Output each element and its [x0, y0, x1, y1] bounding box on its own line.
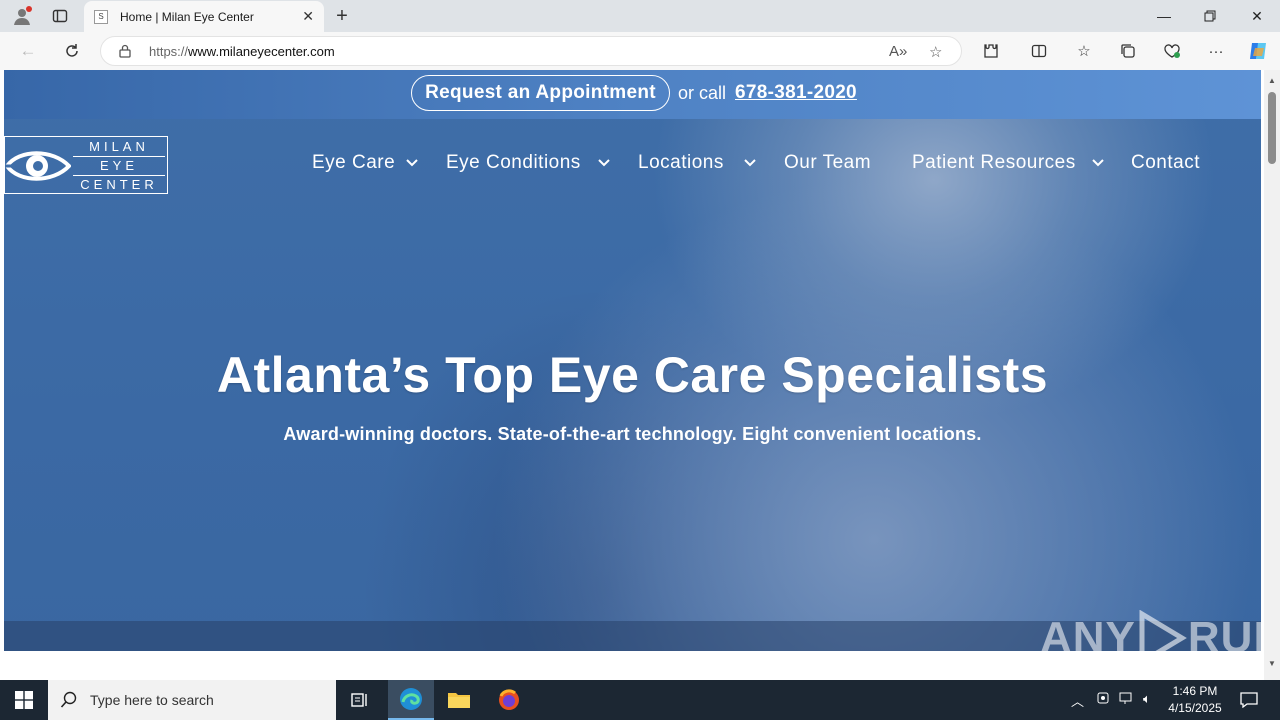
nav-eye-care[interactable]: Eye Care	[312, 152, 395, 174]
nav-patient-resources[interactable]: Patient Resources	[912, 152, 1076, 174]
scroll-down-icon[interactable]: ▼	[1268, 659, 1276, 668]
clock-time: 1:46 PM	[1172, 684, 1218, 698]
logo-word-milan: MILAN	[89, 139, 149, 154]
file-explorer-icon[interactable]	[436, 680, 482, 720]
close-tab-icon[interactable]: ✕	[302, 8, 314, 25]
close-window-icon[interactable]: ✕	[1234, 4, 1280, 28]
network-icon[interactable]	[1119, 691, 1135, 708]
nav-eye-conditions[interactable]: Eye Conditions	[446, 152, 581, 174]
new-tab-icon[interactable]: +	[330, 5, 354, 27]
request-appointment-button[interactable]: Request an Appointment	[411, 75, 670, 111]
tab-actions-icon[interactable]	[48, 5, 72, 27]
site-logo[interactable]: MILAN EYE CENTER	[4, 136, 168, 194]
meet-now-icon[interactable]	[1096, 691, 1110, 708]
minimize-icon[interactable]: —	[1141, 4, 1187, 28]
active-tab[interactable]: S Home | Milan Eye Center ✕	[84, 1, 324, 32]
chevron-down-icon[interactable]	[406, 158, 418, 168]
page-scrollbar[interactable]: ▲ ▼	[1264, 70, 1280, 680]
address-bar-row: ← https://www.milaneyecenter.com A» ☆ ☆ …	[0, 32, 1280, 70]
watermark-right: RUN	[1187, 613, 1261, 651]
scrollbar-thumb[interactable]	[1268, 92, 1276, 164]
chevron-down-icon[interactable]	[744, 158, 756, 168]
or-call-text: or call	[678, 83, 727, 103]
hero-subtitle: Award-winning doctors. State-of-the-art …	[283, 424, 982, 444]
taskbar-search-input[interactable]: Type here to search	[48, 680, 336, 720]
appointment-strip: Request an Appointment or call 678-381-2…	[4, 70, 1261, 119]
task-view-icon[interactable]	[337, 680, 383, 720]
lock-icon[interactable]	[119, 44, 131, 63]
tab-title: Home | Milan Eye Center	[120, 9, 254, 24]
logo-word-center: CENTER	[80, 177, 158, 192]
notifications-icon[interactable]	[1226, 680, 1272, 720]
play-logo-icon	[1139, 610, 1187, 651]
tab-strip: S Home | Milan Eye Center ✕ + — ✕	[0, 0, 1280, 32]
phone-link[interactable]: 678-381-2020	[735, 82, 857, 104]
favicon-icon: S	[94, 9, 108, 24]
favorite-star-icon[interactable]: ☆	[929, 43, 942, 61]
nav-locations[interactable]: Locations	[638, 152, 724, 174]
eye-logo-icon	[5, 151, 71, 181]
nav-contact[interactable]: Contact	[1131, 152, 1200, 174]
volume-icon[interactable]: 🔈︎	[1143, 691, 1151, 707]
extensions-icon[interactable]	[979, 40, 1003, 62]
split-screen-icon[interactable]	[1027, 40, 1051, 62]
hero-title: Atlanta’s Top Eye Care Specialists	[216, 347, 1049, 403]
collections-icon[interactable]	[1116, 40, 1140, 62]
search-icon	[60, 691, 77, 708]
windows-logo-icon	[15, 691, 33, 709]
search-placeholder: Type here to search	[90, 692, 214, 708]
windows-taskbar: Type here to search ︿ 🔈︎ 1:46 PM 4/15/20…	[0, 680, 1280, 720]
logo-word-eye: EYE	[99, 158, 138, 173]
url-prefix: https://	[149, 44, 189, 59]
edge-taskbar-icon[interactable]	[388, 680, 434, 720]
chevron-down-icon[interactable]	[1092, 158, 1104, 168]
read-aloud-icon[interactable]: A»	[889, 43, 907, 60]
url-field[interactable]: https://www.milaneyecenter.com A» ☆	[100, 36, 962, 66]
start-button[interactable]	[0, 680, 48, 720]
url-domain: www.milaneyecenter.com	[188, 44, 335, 59]
refresh-icon[interactable]	[59, 39, 85, 63]
firefox-icon[interactable]	[486, 680, 532, 720]
watermark-left: ANY	[1040, 613, 1136, 651]
profile-icon[interactable]	[10, 5, 34, 27]
chevron-down-icon[interactable]	[598, 158, 610, 168]
system-clock[interactable]: 1:46 PM 4/15/2025	[1166, 683, 1224, 717]
hero-section: Request an Appointment or call 678-381-2…	[4, 70, 1261, 651]
browser-essentials-icon[interactable]	[1160, 40, 1184, 62]
nav-our-team[interactable]: Our Team	[784, 152, 871, 174]
scroll-up-icon[interactable]: ▲	[1268, 76, 1276, 85]
anyrun-watermark: ANY RUN	[1040, 610, 1261, 651]
back-icon[interactable]: ←	[15, 39, 41, 63]
restore-icon[interactable]	[1187, 4, 1233, 28]
page-viewport: Request an Appointment or call 678-381-2…	[0, 70, 1280, 680]
more-options-icon[interactable]: ···	[1204, 40, 1228, 62]
tray-overflow-icon[interactable]: ︿	[1071, 691, 1084, 710]
clock-date: 4/15/2025	[1168, 701, 1222, 715]
favorites-icon[interactable]: ☆	[1072, 40, 1096, 62]
copilot-icon[interactable]	[1246, 40, 1270, 62]
